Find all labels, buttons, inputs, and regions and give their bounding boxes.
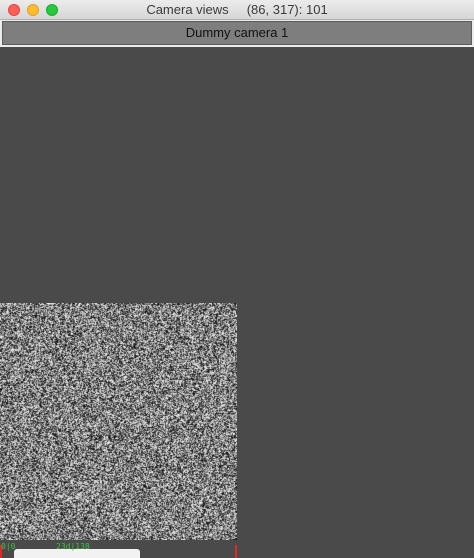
noise-canvas[interactable]: [0, 303, 237, 540]
tab-dummy-camera-1[interactable]: Dummy camera 1: [2, 21, 472, 45]
center-value: 23d|138: [56, 542, 90, 552]
camera-noise-image[interactable]: [0, 303, 237, 540]
window-title: Camera views (86, 317): 101: [0, 2, 474, 17]
camera-statusbar: 0|0 23d|138: [0, 540, 474, 558]
right-marker[interactable]: [235, 545, 237, 558]
camera-tab-bar: Dummy camera 1: [0, 20, 474, 47]
window-titlebar[interactable]: Camera views (86, 317): 101: [0, 0, 474, 20]
